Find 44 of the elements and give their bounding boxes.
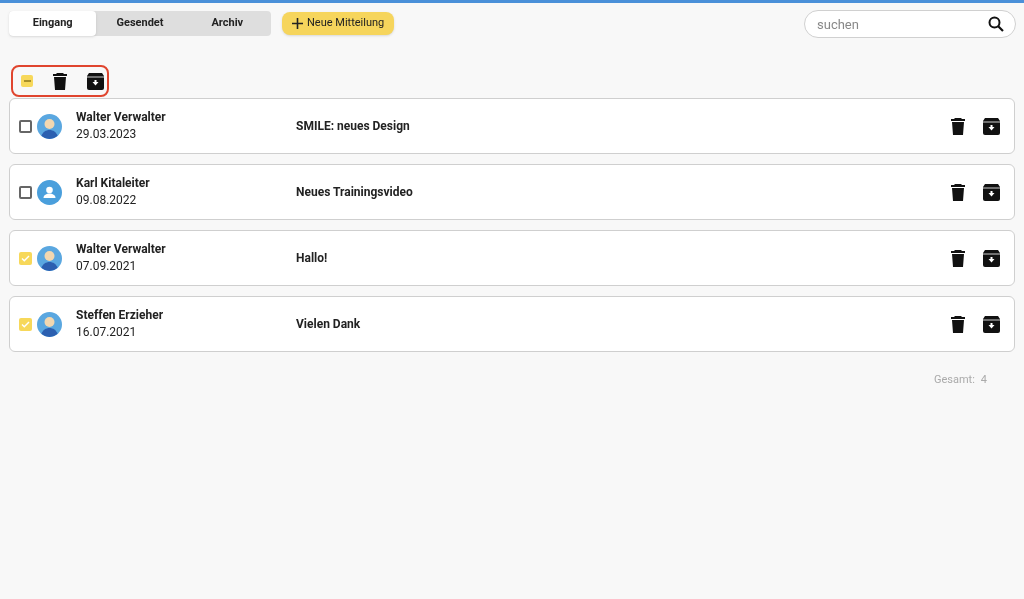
message-subject: Neues Trainingsvideo — [296, 184, 413, 201]
sender-name: Walter Verwalter — [76, 241, 167, 257]
archive-icon[interactable] — [983, 117, 1000, 135]
message-date: 16.07.2021 — [76, 324, 138, 341]
trash-icon[interactable] — [951, 183, 965, 201]
sender-name: Karl Kitaleiter — [76, 175, 151, 191]
tab[interactable]: Archiv — [183, 11, 271, 36]
message-card[interactable]: Steffen Erzieher 16.07.2021 Vielen Dank — [9, 296, 1015, 352]
message-date: 09.08.2022 — [76, 192, 138, 209]
select-all-checkbox[interactable] — [21, 75, 33, 87]
message-card[interactable]: Karl Kitaleiter 09.08.2022 Neues Trainingsvideo — [9, 164, 1015, 220]
total-label: Gesamt: — [933, 372, 975, 388]
archive-icon[interactable] — [983, 183, 1000, 201]
tab[interactable]: Eingang — [9, 11, 97, 36]
new-message-button[interactable]: Neue Mitteilung — [282, 12, 395, 35]
message-date: 07.09.2021 — [76, 258, 138, 275]
trash-icon[interactable] — [951, 117, 965, 135]
message-card[interactable]: Walter Verwalter 29.03.2023 SMILE: neues Design — [9, 98, 1015, 154]
checkbox[interactable] — [19, 119, 32, 133]
plus-icon — [292, 18, 303, 29]
checkbox[interactable] — [19, 251, 32, 265]
trash-icon[interactable] — [53, 72, 67, 90]
tab[interactable]: Gesendet — [96, 11, 184, 36]
avatar-icon — [37, 245, 62, 271]
message-card[interactable]: Walter Verwalter 07.09.2021 Hallo! — [9, 230, 1015, 286]
avatar-icon — [37, 113, 62, 139]
message-subject: SMILE: neues Design — [296, 118, 410, 135]
avatar-icon — [37, 179, 62, 205]
search-icon[interactable] — [988, 16, 1004, 32]
archive-icon[interactable] — [983, 315, 1000, 333]
checkbox[interactable] — [19, 185, 32, 199]
message-subject: Hallo! — [296, 250, 328, 267]
sender-name: Walter Verwalter — [76, 109, 167, 125]
avatar-icon — [37, 311, 62, 337]
archive-icon[interactable] — [983, 249, 1000, 267]
trash-icon[interactable] — [951, 249, 965, 267]
checkbox[interactable] — [19, 317, 32, 331]
search-field[interactable]: suchen — [804, 10, 1016, 38]
archive-icon[interactable] — [87, 72, 104, 90]
total-count: 4 — [980, 372, 987, 388]
message-date: 29.03.2023 — [76, 126, 138, 143]
message-subject: Vielen Dank — [296, 316, 361, 333]
sender-name: Steffen Erzieher — [76, 307, 165, 323]
trash-icon[interactable] — [951, 315, 965, 333]
